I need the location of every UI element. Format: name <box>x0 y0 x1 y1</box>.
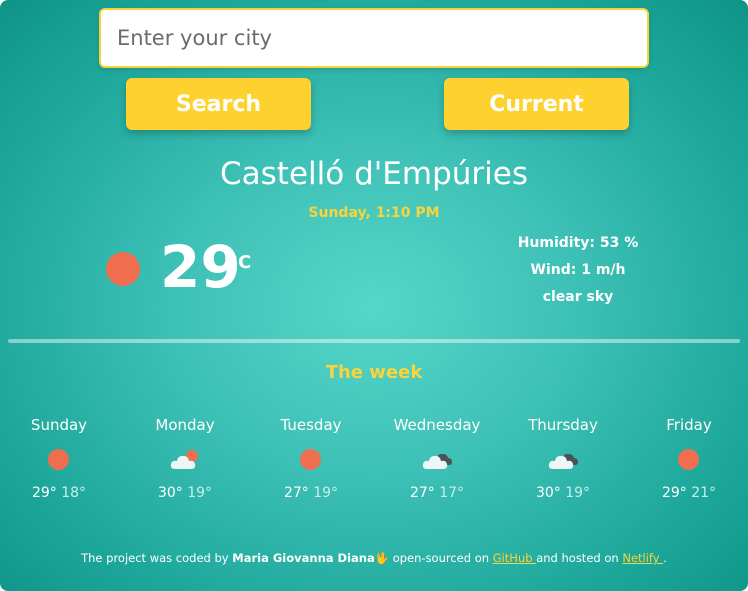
forecast-day: Wednesday 27° 17° <box>374 416 500 501</box>
current-datetime: Sunday, 1:10 PM <box>308 205 440 221</box>
sun-icon <box>300 449 321 470</box>
sun-icon <box>48 449 69 470</box>
wind-text: Wind: 1 m/h <box>530 262 626 278</box>
max-temperature: 27° <box>409 485 435 501</box>
day-name: Thursday <box>528 416 598 434</box>
max-temperature: 29° <box>661 485 687 501</box>
day-temperatures: 30° 19° <box>122 485 248 501</box>
footer-text: and hosted on <box>536 551 623 565</box>
cloud-icon <box>421 448 457 472</box>
min-temperature: 19° <box>313 485 339 501</box>
forecast-day: Friday 29° 21° <box>626 416 748 501</box>
week-title: The week <box>325 362 423 383</box>
temperature-unit: °C <box>229 252 252 273</box>
min-temperature: 19° <box>565 485 591 501</box>
max-temperature: 30° <box>157 485 183 501</box>
footer-text: . <box>663 551 667 565</box>
cloud-icon <box>547 448 583 472</box>
day-name: Friday <box>666 416 712 434</box>
sun-icon <box>678 449 699 470</box>
day-temperatures: 29° 21° <box>626 485 748 501</box>
current-location-button[interactable]: Current <box>444 78 629 130</box>
search-button[interactable]: Search <box>126 78 311 130</box>
footer: The project was coded by Maria Giovanna … <box>0 551 748 565</box>
vulcan-salute-icon: 🖖 <box>374 551 390 565</box>
day-name: Monday <box>155 416 215 434</box>
city-name: Castelló d'Empúries <box>220 156 528 192</box>
day-temperatures: 27° 19° <box>248 485 374 501</box>
weather-app: Search Current Castelló d'Empúries Sunda… <box>0 0 748 591</box>
weather-description: clear sky <box>542 289 614 305</box>
city-search-input[interactable] <box>99 8 649 68</box>
footer-text: open-sourced on <box>389 551 493 565</box>
author-name: Maria Giovanna Diana <box>232 551 375 565</box>
max-temperature: 29° <box>31 485 57 501</box>
sun-behind-cloud-icon <box>169 448 205 472</box>
day-name: Tuesday <box>280 416 342 434</box>
min-temperature: 17° <box>439 485 465 501</box>
github-link[interactable]: GitHub <box>493 551 537 565</box>
max-temperature: 30° <box>535 485 561 501</box>
forecast-day: Tuesday 27° 19° <box>248 416 374 501</box>
min-temperature: 18° <box>61 485 87 501</box>
forecast-day: Monday 30° 19° <box>122 416 248 501</box>
day-name: Sunday <box>30 416 88 434</box>
day-temperatures: 27° 17° <box>374 485 500 501</box>
day-temperatures: 30° 19° <box>500 485 626 501</box>
sun-icon <box>106 252 140 286</box>
forecast-day: Sunday 29° 18° <box>0 416 122 501</box>
max-temperature: 27° <box>283 485 309 501</box>
footer-text: The project was coded by <box>81 551 233 565</box>
day-name: Wednesday <box>393 416 481 434</box>
day-temperatures: 29° 18° <box>0 485 122 501</box>
min-temperature: 19° <box>187 485 213 501</box>
forecast-day: Thursday 30° 19° <box>500 416 626 501</box>
min-temperature: 21° <box>691 485 717 501</box>
netlify-link[interactable]: Netlify <box>622 551 663 565</box>
humidity-text: Humidity: 53 % <box>517 235 639 251</box>
weather-details: Humidity: 53 % Wind: 1 m/h clear sky <box>478 230 678 311</box>
divider <box>8 339 740 343</box>
